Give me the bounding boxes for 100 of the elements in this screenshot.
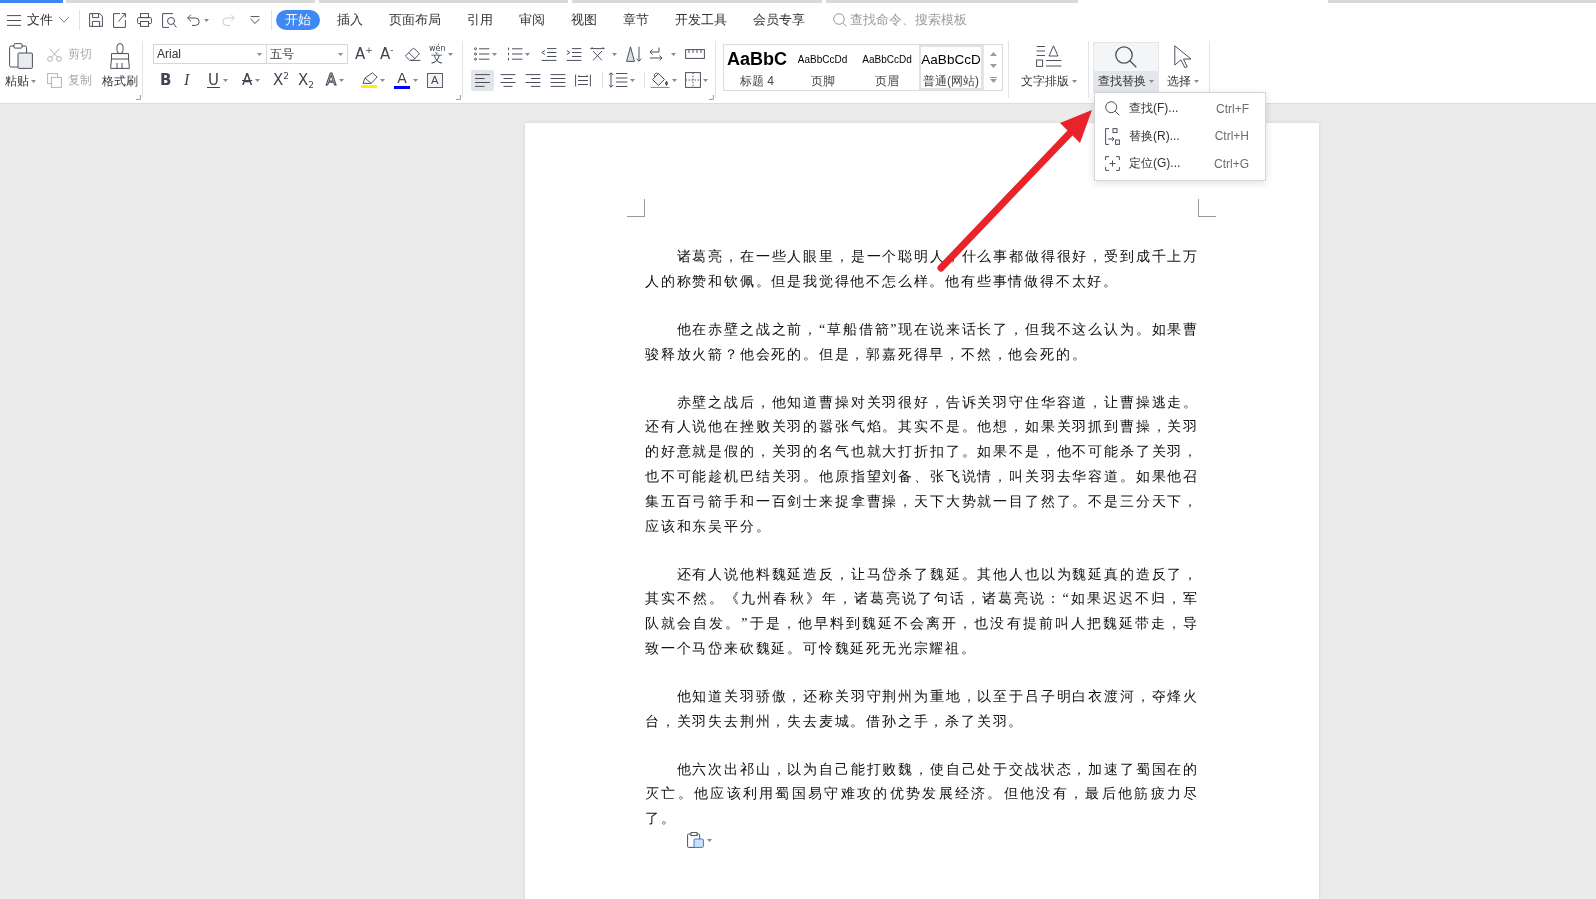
format-painter-button[interactable]: 格式刷 — [102, 42, 138, 95]
align-right-icon[interactable] — [524, 73, 541, 87]
cursor-icon[interactable] — [1174, 44, 1192, 68]
font-size-dropdown[interactable]: 五号 — [267, 44, 348, 64]
numbered-list-icon[interactable] — [507, 47, 523, 61]
ribbon-tab[interactable]: 开发工具 — [666, 10, 736, 30]
margin-guide — [627, 199, 645, 217]
borders-icon[interactable] — [685, 72, 701, 88]
replace-icon[interactable] — [1105, 127, 1120, 145]
align-left-icon[interactable] — [471, 69, 494, 91]
paint-bucket-icon[interactable] — [650, 72, 670, 88]
sort-icon[interactable] — [626, 46, 642, 62]
ruler-icon[interactable] — [685, 49, 705, 59]
text-layout-icon[interactable] — [1035, 45, 1062, 67]
italic-button[interactable]: I — [184, 70, 207, 90]
caret-icon[interactable] — [525, 52, 530, 56]
menu-item[interactable]: 查找(F)... Ctrl+F — [1095, 95, 1265, 123]
subscript-button[interactable]: X$_{2}$ — [298, 70, 326, 90]
style-preset[interactable]: AaBbCcDd 页眉 — [855, 45, 919, 90]
caret-icon[interactable] — [257, 52, 262, 56]
caret-icon[interactable] — [255, 78, 261, 82]
caret-icon[interactable] — [707, 838, 712, 842]
brush-icon[interactable] — [110, 43, 130, 69]
caret-icon[interactable] — [204, 18, 209, 22]
caret-icon[interactable] — [1194, 79, 1199, 83]
justify-icon[interactable] — [549, 73, 566, 87]
paragraph: 他知道关羽骄傲，还称关羽守荆州为重地，以至于吕子明白衣渡河，夺烽火台，关羽失去荆州，失去麦城。借孙之手，杀了关羽。 — [645, 687, 1199, 731]
paste-button[interactable]: 粘贴 — [4, 42, 37, 95]
caret-icon[interactable] — [338, 52, 343, 56]
print-preview-icon[interactable] — [162, 12, 177, 28]
style-preset[interactable]: AaBbC 标题 4 — [724, 45, 790, 90]
paste-options-icon[interactable] — [687, 832, 704, 849]
color-swatch-icon — [394, 86, 410, 89]
caret-icon[interactable] — [413, 78, 418, 82]
caret-icon[interactable] — [671, 52, 676, 56]
scroll-down-icon[interactable] — [989, 64, 997, 69]
ribbon-tab[interactable]: 引用 — [458, 10, 502, 30]
strikethrough-button[interactable]: A — [242, 70, 273, 90]
caret-icon[interactable] — [339, 78, 345, 82]
target-frame-icon[interactable] — [1105, 156, 1120, 172]
print-icon[interactable] — [137, 13, 152, 27]
menu-icon[interactable] — [7, 14, 21, 26]
select-button[interactable]: 选择 — [1165, 42, 1201, 92]
menu-item[interactable]: 定位(G)... Ctrl+G — [1095, 150, 1265, 178]
save-icon[interactable] — [89, 13, 103, 27]
eraser-icon[interactable] — [404, 47, 421, 61]
align-center-icon[interactable] — [499, 73, 516, 87]
caret-icon[interactable] — [31, 79, 36, 83]
font-name-dropdown[interactable]: Arial — [153, 44, 267, 64]
bullet-list-icon[interactable] — [474, 47, 490, 61]
search-icon[interactable] — [1115, 46, 1137, 68]
caret-icon[interactable] — [447, 52, 453, 56]
superscript-button[interactable]: X$^{2}$ — [273, 70, 298, 90]
menu-item[interactable]: 替换(R)... Ctrl+H — [1095, 122, 1265, 150]
line-spacing-icon[interactable] — [608, 72, 628, 88]
caret-icon[interactable] — [1071, 79, 1077, 83]
font-color-button[interactable]: A — [394, 70, 427, 90]
phonetic-guide-button[interactable]: wén 文 — [429, 44, 457, 64]
indent-icon[interactable] — [566, 47, 582, 61]
ribbon-tab[interactable]: 章节 — [614, 10, 658, 30]
clipboard-icon[interactable] — [8, 43, 33, 69]
ribbon-tab[interactable]: 页面布局 — [380, 10, 450, 30]
ribbon-tab[interactable]: 视图 — [562, 10, 606, 30]
chevron-down-icon[interactable] — [59, 17, 69, 23]
caret-icon[interactable] — [612, 52, 617, 56]
grow-font-button[interactable]: A$^{+}$ — [355, 44, 380, 64]
underline-button[interactable]: U — [207, 70, 242, 90]
shrink-font-button[interactable]: A$^{-}$ — [380, 44, 404, 64]
outdent-icon[interactable] — [541, 47, 557, 61]
margin-guide — [1198, 199, 1216, 217]
ribbon-tab[interactable]: 会员专享 — [744, 10, 814, 30]
file-menu[interactable]: 文件 — [27, 11, 69, 29]
highlighter-icon[interactable] — [360, 72, 378, 84]
caret-icon[interactable] — [380, 78, 385, 82]
more-styles-icon[interactable] — [989, 76, 997, 83]
scroll-up-icon[interactable] — [989, 52, 997, 57]
caret-icon[interactable] — [630, 78, 635, 82]
customize-icon[interactable] — [250, 16, 260, 24]
ribbon-tab[interactable]: 插入 — [328, 10, 372, 30]
search-icon[interactable] — [1105, 101, 1120, 117]
caret-icon[interactable] — [1149, 80, 1154, 83]
paragraph: 他在赤壁之战之前，“草船借箭”现在说来话长了，但我不这么认为。如果曹骏释放火箭？他会死的。但是，郭嘉死得早，不然，他会死的。 — [645, 320, 1199, 364]
export-icon[interactable] — [113, 12, 126, 28]
search-field[interactable]: 查找命令、搜索模板 — [850, 13, 968, 27]
caret-icon[interactable] — [223, 78, 228, 82]
style-preset[interactable]: AaBbCcD 普通(网站) — [919, 45, 983, 90]
paragraph: 他六次出祁山，以为自己能打败魏，使自己处于交战状态，加速了蜀国在的灭亡。他应该利用蜀国易守难攻的优势发展经济。但他没有，最后他筋疲力尽了。 — [645, 760, 1199, 829]
text-effect-button[interactable]: A — [326, 70, 360, 90]
paragraph: 赤壁之战后，他知道曹操对关羽很好，告诉关羽守住华容道，让曹操逃走。还有人说他在挫败关羽的嚣张气焰。其实不是。他想，如果关羽抓到曹操，关羽的好意就是假的，关羽的名气也就大打折扣了。如果不是，他不可能杀了关羽，也不可能趁机巴结关羽。他原指望刘备、张飞说情，叫关羽去华容道。如果他召集五百弓箭手和一百剑士来捉拿曹操，天下大势就一目了然了。不是三分天下，应该和东吴平分。 — [645, 393, 1199, 536]
caret-icon[interactable] — [672, 78, 677, 82]
distributed-icon[interactable] — [574, 73, 591, 87]
undo-icon[interactable] — [187, 14, 201, 26]
caret-icon[interactable] — [703, 78, 708, 82]
paragraph: 诸葛亮，在一些人眼里，是一个聪明人，什么事都做得很好，受到成千上万人的称赞和钦佩。但是我觉得他不怎么样。他有些事情做得不太好。 — [645, 248, 1199, 291]
caret-icon[interactable] — [492, 52, 497, 56]
bold-button[interactable]: B — [160, 70, 184, 90]
ribbon-tab[interactable]: 审阅 — [510, 10, 554, 30]
style-preset[interactable]: AaBbCcDd 页脚 — [790, 45, 855, 90]
text-layout-button[interactable]: 文字排版 — [1017, 42, 1080, 92]
find-replace-button[interactable]: 查找替换 — [1093, 42, 1159, 92]
